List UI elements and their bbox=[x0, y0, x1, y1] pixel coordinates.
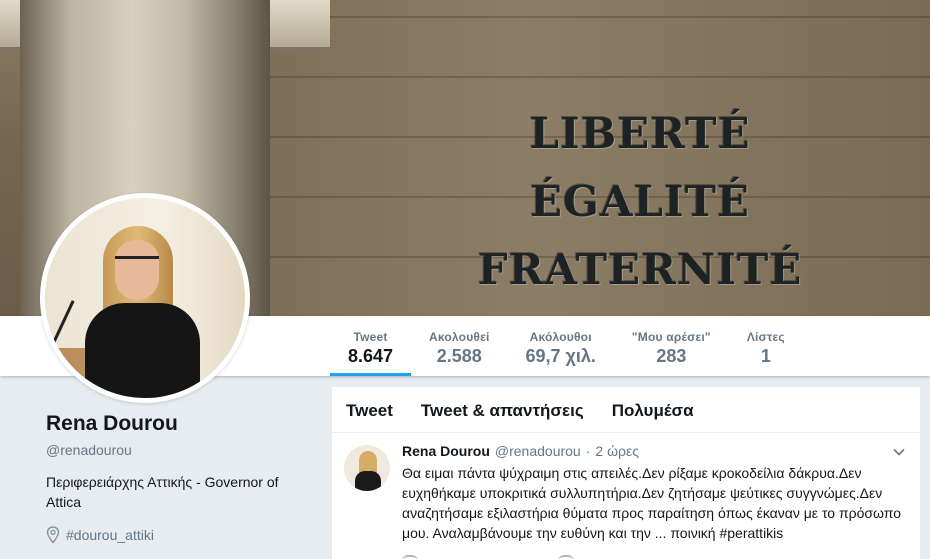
tweet-author-name[interactable]: Rena Dourou bbox=[402, 443, 490, 459]
chevron-down-icon[interactable] bbox=[892, 445, 906, 459]
profile-card: Rena Dourou @renadourou Περιφερειάρχης Α… bbox=[46, 412, 316, 544]
stat-lists[interactable]: Λίστες 1 bbox=[729, 316, 803, 376]
stat-value: 69,7 χιλ. bbox=[525, 346, 596, 366]
tweet-author-handle[interactable]: @renadourou bbox=[495, 443, 581, 459]
reply-icon[interactable] bbox=[402, 555, 418, 559]
tweet-timestamp[interactable]: 2 ώρες bbox=[595, 443, 639, 459]
tab-media[interactable]: Πολυμέσα bbox=[598, 387, 708, 432]
tweet-header: Rena Dourou @renadourou · 2 ώρες bbox=[402, 443, 904, 459]
stat-value: 1 bbox=[760, 346, 771, 366]
stat-label: Tweet bbox=[353, 330, 388, 344]
motto-line-3: FRATERNITÉ bbox=[477, 245, 803, 294]
tweet-text: Θα ειμαι πάντα ψύχραιμη στις απειλές.Δεν… bbox=[402, 465, 901, 541]
profile-name[interactable]: Rena Dourou bbox=[46, 412, 316, 436]
stat-tweets[interactable]: Tweet 8.647 bbox=[330, 316, 412, 376]
motto-line-2: ÉGALITÉ bbox=[530, 177, 750, 226]
location-text[interactable]: #dourou_attiki bbox=[66, 527, 154, 543]
profile-location: #dourou_attiki bbox=[46, 526, 316, 544]
stat-following[interactable]: Ακολουθεί 2.588 bbox=[411, 316, 507, 376]
stat-label: Ακολουθεί bbox=[429, 330, 490, 344]
profile-stats: Tweet 8.647 Ακολουθεί 2.588 Ακόλουθοι 69… bbox=[330, 316, 803, 376]
stat-label: Ακόλουθοι bbox=[529, 330, 592, 344]
timeline: Tweet Tweet & απαντήσεις Πολυμέσα Rena D… bbox=[332, 387, 920, 559]
tab-tweets-replies[interactable]: Tweet & απαντήσεις bbox=[407, 387, 598, 432]
location-pin-icon bbox=[46, 526, 60, 544]
profile-avatar[interactable] bbox=[40, 193, 250, 403]
header-motto: LIBERTÉ ÉGALITÉ FRATERNITÉ bbox=[460, 100, 820, 304]
tweet[interactable]: Rena Dourou @renadourou · 2 ώρες Θα ειμα… bbox=[332, 433, 920, 559]
stat-label: Λίστες bbox=[746, 330, 785, 344]
tab-tweets[interactable]: Tweet bbox=[332, 387, 407, 432]
profile-bio: Περιφερειάρχης Αττικής - Governor of Att… bbox=[46, 474, 279, 510]
stat-followers[interactable]: Ακόλουθοι 69,7 χιλ. bbox=[508, 316, 614, 376]
motto-line-1: LIBERTÉ bbox=[529, 109, 751, 158]
timeline-tabs: Tweet Tweet & απαντήσεις Πολυμέσα bbox=[332, 387, 920, 433]
tweet-actions bbox=[402, 555, 904, 559]
stat-value: 283 bbox=[656, 346, 687, 366]
like-icon[interactable] bbox=[558, 555, 574, 559]
stat-likes[interactable]: "Μου αρέσει" 283 bbox=[614, 316, 729, 376]
tweet-separator: · bbox=[585, 443, 591, 459]
profile-handle[interactable]: @renadourou bbox=[46, 442, 316, 458]
stat-value: 8.647 bbox=[348, 346, 394, 366]
stat-label: "Μου αρέσει" bbox=[631, 330, 711, 344]
tweet-avatar[interactable] bbox=[344, 445, 390, 491]
stat-value: 2.588 bbox=[436, 346, 482, 366]
